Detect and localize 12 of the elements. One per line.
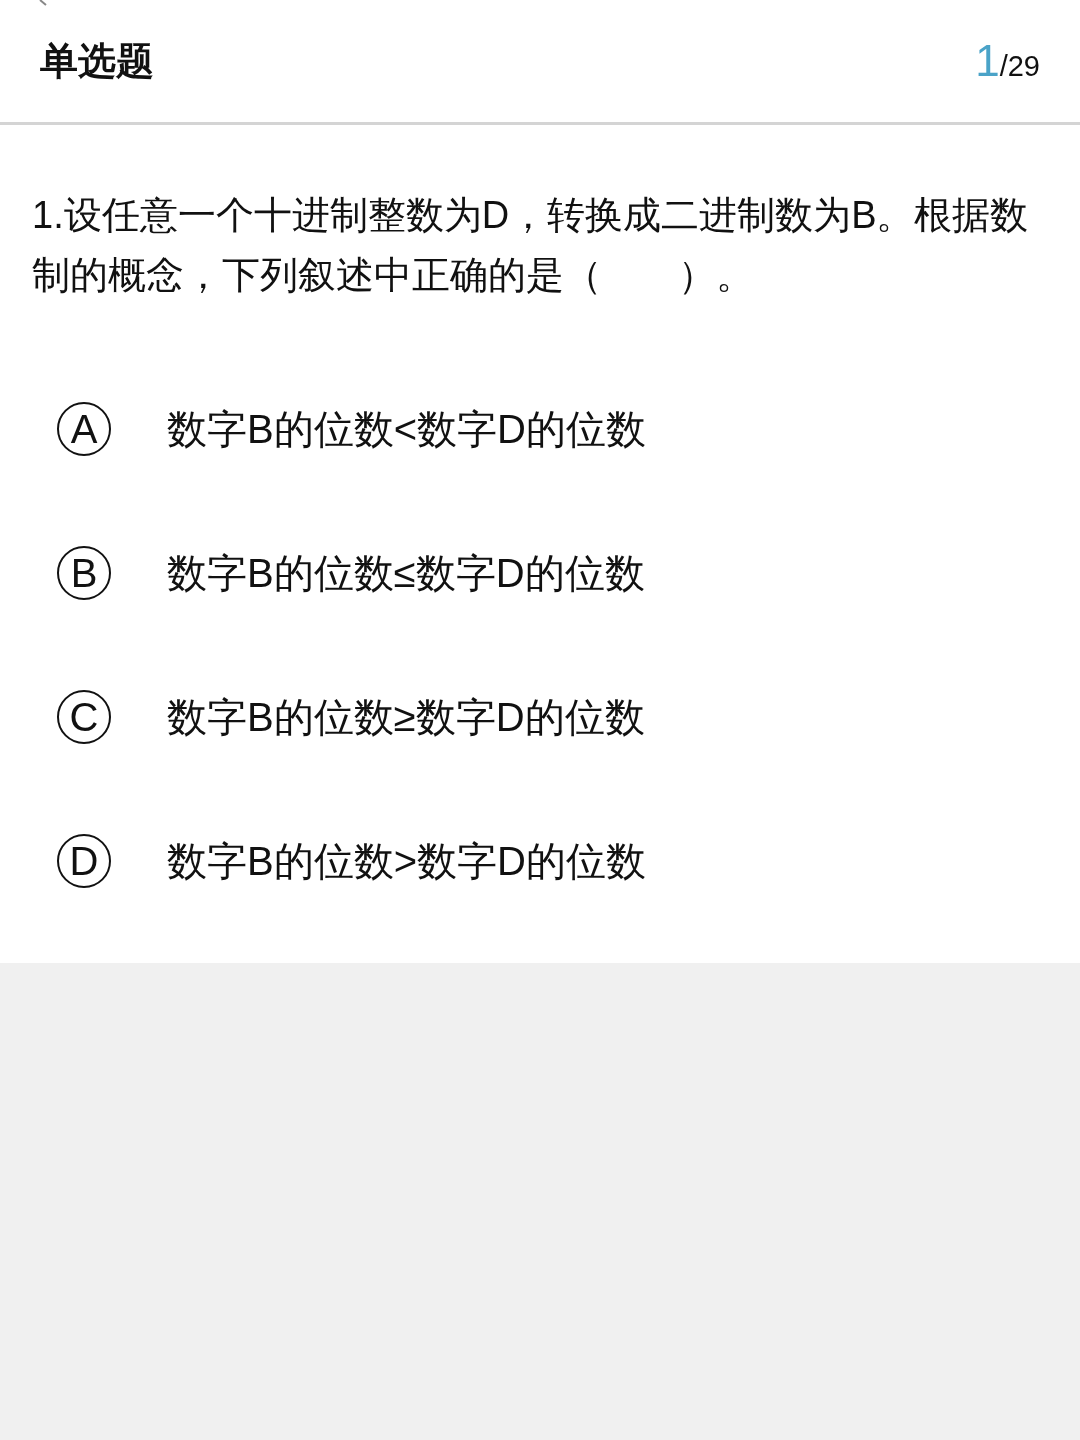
total-question-count: /29 [999,50,1040,83]
option-letter-circle[interactable]: D [57,834,111,888]
option-text[interactable]: 数字B的位数<数字D的位数 [167,401,646,457]
option-letter-circle[interactable]: B [57,546,111,600]
option-text[interactable]: 数字B的位数≤数字D的位数 [167,545,645,601]
option-text[interactable]: 数字B的位数≥数字D的位数 [167,689,645,745]
option-letter-circle[interactable]: C [57,690,111,744]
question-type-title: 单选题 [40,38,154,84]
question-text: 1.设任意一个十进制整数为D，转换成二进制数为B。根据数制的概念，下列叙述中正确的是（ ）。 [32,193,1030,298]
option-text[interactable]: 数字B的位数>数字D的位数 [167,833,646,889]
option-letter-circle[interactable]: A [57,402,111,456]
current-question-number: 1 [975,36,1000,86]
